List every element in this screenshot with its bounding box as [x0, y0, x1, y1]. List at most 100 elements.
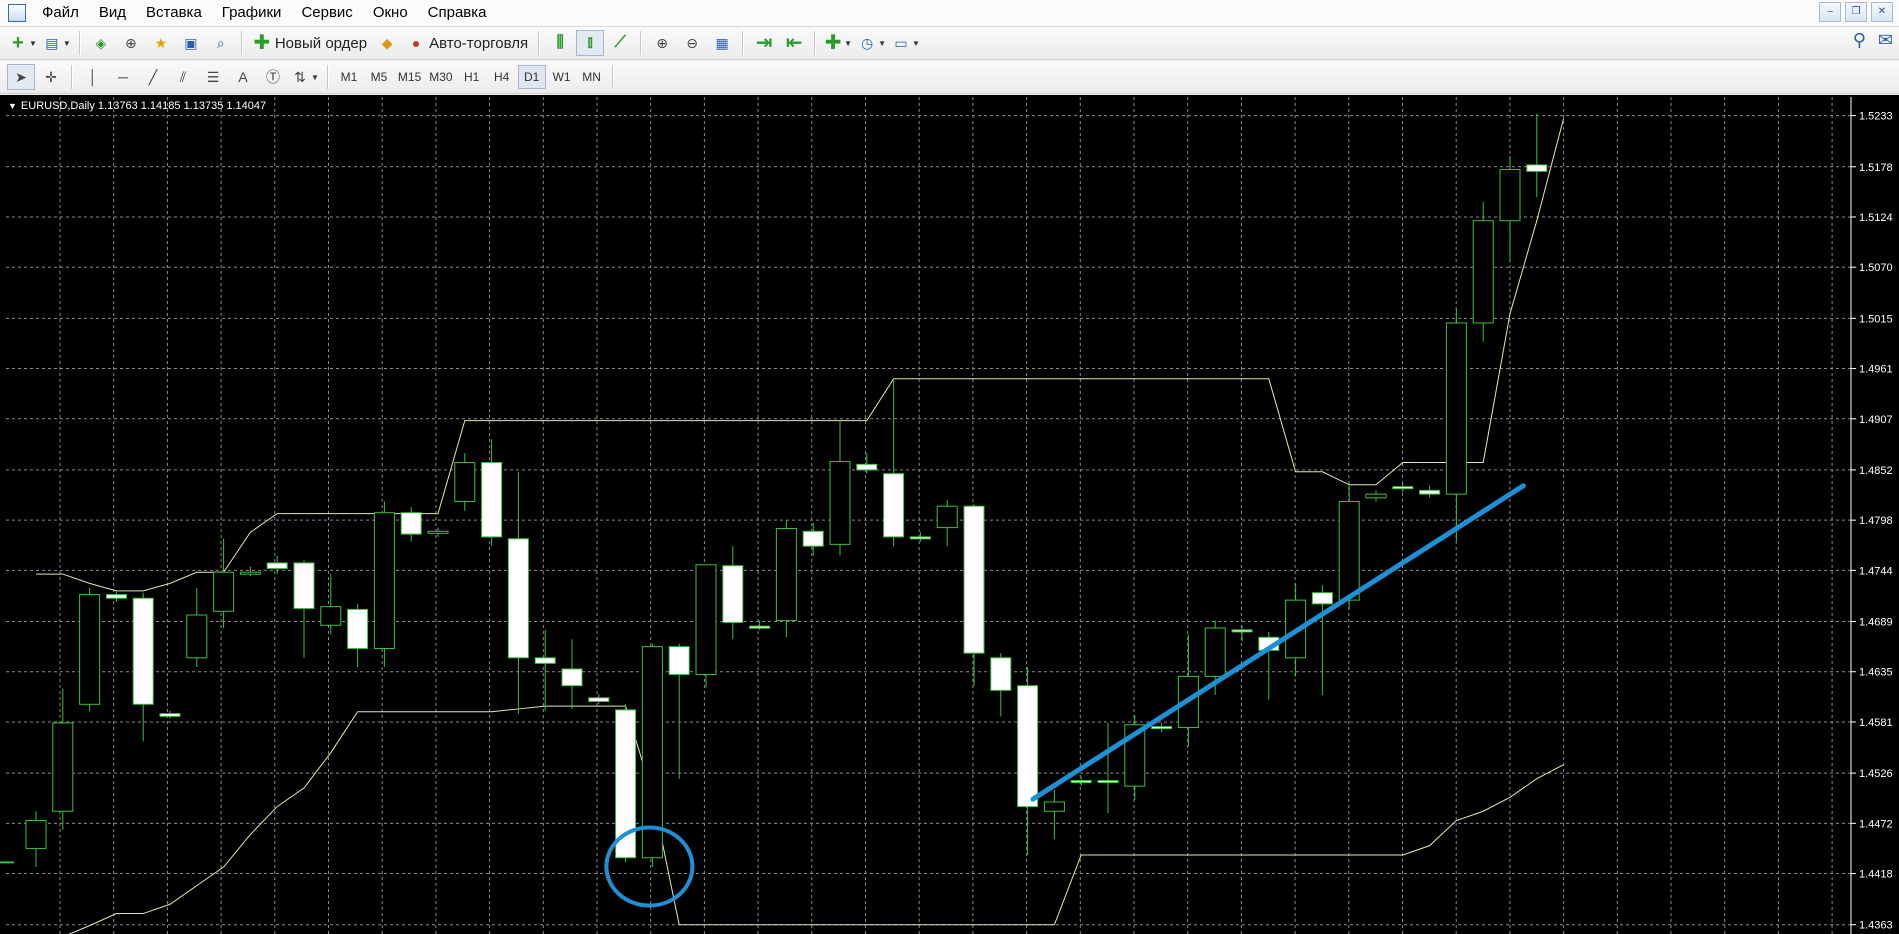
timeframe-m15[interactable]: M15	[395, 65, 424, 89]
candle-bear	[293, 562, 315, 609]
fibonacci-button[interactable]: ☰	[199, 64, 227, 90]
candle-bull	[213, 571, 235, 612]
timeframe-m5[interactable]: M5	[365, 65, 393, 89]
zoom-out-button[interactable]: ⊖	[678, 30, 706, 56]
menu-bar: Файл Вид Вставка Графики Сервис Окно Спр…	[0, 0, 1899, 27]
candle-bull	[427, 530, 449, 534]
price-axis-label: 1.4526	[1859, 768, 1893, 780]
candle-bull	[829, 461, 851, 545]
profiles-button[interactable]: ▤ ▼	[41, 30, 73, 56]
timeframe-h4[interactable]: H4	[488, 65, 516, 89]
candle-bull	[454, 461, 476, 503]
auto-trading-button[interactable]: ● Авто-торговля	[403, 30, 532, 56]
editor-icon: ◆	[381, 35, 393, 51]
text-label-icon: Ⓣ	[266, 69, 280, 85]
candle-bear	[909, 536, 931, 540]
close-button[interactable]: ✕	[1871, 2, 1893, 22]
chevron-down-icon: ▼	[912, 38, 920, 48]
timeframe-h1[interactable]: H1	[458, 65, 486, 89]
triangle-down-icon[interactable]: ▼	[8, 101, 17, 111]
crosshair-button[interactable]: ✛	[37, 64, 65, 90]
candle-bear	[507, 538, 529, 659]
candle-bull	[52, 722, 74, 812]
text-button[interactable]: A	[229, 64, 257, 90]
cursor-button[interactable]: ➤	[7, 64, 35, 90]
chat-icon[interactable]: ✉	[1878, 30, 1893, 51]
candle-bear	[1311, 592, 1333, 605]
separator	[611, 65, 614, 89]
zoom-in-button[interactable]: ⊕	[648, 30, 676, 56]
star-icon: ★	[154, 35, 168, 51]
text-label-button[interactable]: Ⓣ	[259, 64, 287, 90]
channel-icon: ⫽	[179, 69, 187, 85]
new-order-button[interactable]: ✚ Новый ордер	[249, 30, 371, 56]
candle-bear	[561, 668, 583, 687]
chart-window[interactable]: 1.5233 1.5178 1.5124 1.5070 1.5015 1.4961 1.49…	[0, 95, 1899, 934]
menu-window[interactable]: Окно	[363, 0, 418, 26]
menu-insert[interactable]: Вставка	[136, 0, 212, 26]
candle-bull	[1365, 493, 1387, 499]
chevron-down-icon: ▼	[844, 38, 853, 48]
price-chart[interactable]: 1.5233 1.5178 1.5124 1.5070 1.5015 1.4961 1.49…	[0, 95, 1899, 934]
price-axis-label: 1.4689	[1859, 617, 1893, 629]
timeframe-d1[interactable]: D1	[517, 65, 546, 89]
menu-file[interactable]: Файл	[32, 0, 89, 26]
horizontal-line-button[interactable]: ─	[109, 64, 137, 90]
chart-shift-button[interactable]: ⇤	[780, 30, 808, 56]
trendline-icon: ╱	[148, 69, 158, 85]
menu-help[interactable]: Справка	[418, 0, 497, 26]
templates-button[interactable]: ▭ ▼	[890, 30, 922, 56]
zoom-out-icon: ⊖	[686, 35, 699, 51]
trendline-button[interactable]: ╱	[139, 64, 167, 90]
price-axis-label: 1.5233	[1859, 111, 1893, 123]
candle-bull	[1338, 501, 1360, 601]
timeframe-mn[interactable]: MN	[578, 65, 606, 89]
navigator-button[interactable]: ★	[147, 30, 175, 56]
app-icon[interactable]	[8, 4, 26, 22]
bar-chart-icon: ⫼	[556, 34, 564, 51]
candlestick-icon: ⫾	[587, 34, 593, 51]
bar-chart-button[interactable]: ⫼	[546, 30, 574, 56]
candle-bull	[239, 571, 261, 575]
menu-charts[interactable]: Графики	[212, 0, 292, 26]
line-chart-button[interactable]: ⟋	[606, 30, 634, 56]
right-tools: ⚲ ✉	[1853, 30, 1893, 51]
timeframe-m1[interactable]: M1	[335, 65, 363, 89]
auto-scroll-button[interactable]: ⇥	[750, 30, 778, 56]
menu-view[interactable]: Вид	[89, 0, 136, 26]
timeframe-m30[interactable]: M30	[426, 65, 455, 89]
candle-bear	[481, 461, 503, 538]
separator	[326, 65, 329, 89]
candle-bear	[883, 473, 905, 538]
minimize-button[interactable]: –	[1819, 2, 1841, 22]
tile-windows-button[interactable]: ▦	[708, 30, 736, 56]
price-axis-label: 1.4852	[1859, 465, 1893, 477]
candle-bear	[856, 463, 878, 471]
meta-editor-button[interactable]: ◆	[373, 30, 401, 56]
indicators-button[interactable]: ✚ ▼	[822, 30, 854, 56]
candle-bear	[668, 646, 690, 676]
vertical-line-button[interactable]: │	[79, 64, 107, 90]
timeframe-w1[interactable]: W1	[548, 65, 576, 89]
tile-windows-icon: ▦	[715, 35, 729, 51]
candle-bear	[1392, 486, 1414, 490]
auto-trading-label: Авто-торговля	[429, 34, 529, 52]
strategy-tester-button[interactable]: ⌕	[207, 30, 235, 56]
periods-button[interactable]: ◷ ▼	[856, 30, 888, 56]
vertical-line-icon: │	[88, 69, 98, 85]
search-icon[interactable]: ⚲	[1853, 30, 1866, 51]
candlestick-chart-button[interactable]: ⫾	[576, 30, 605, 56]
arrows-button[interactable]: ⇅ ▼	[289, 64, 321, 90]
equidistant-channel-button[interactable]: ⫽	[169, 64, 197, 90]
menu-tools[interactable]: Сервис	[291, 0, 362, 26]
data-window-button[interactable]: ⊕	[117, 30, 145, 56]
market-watch-button[interactable]: ◈	[87, 30, 115, 56]
terminal-button[interactable]: ▣	[177, 30, 205, 56]
restore-button[interactable]: ❐	[1845, 2, 1867, 22]
candle-bear	[1070, 780, 1092, 784]
candle-bear	[1419, 489, 1441, 495]
cursor-icon: ➤	[15, 69, 27, 85]
candle-bear	[802, 530, 824, 547]
new-chart-button[interactable]: + ▼	[7, 30, 39, 56]
price-axis-label: 1.4581	[1859, 717, 1893, 729]
